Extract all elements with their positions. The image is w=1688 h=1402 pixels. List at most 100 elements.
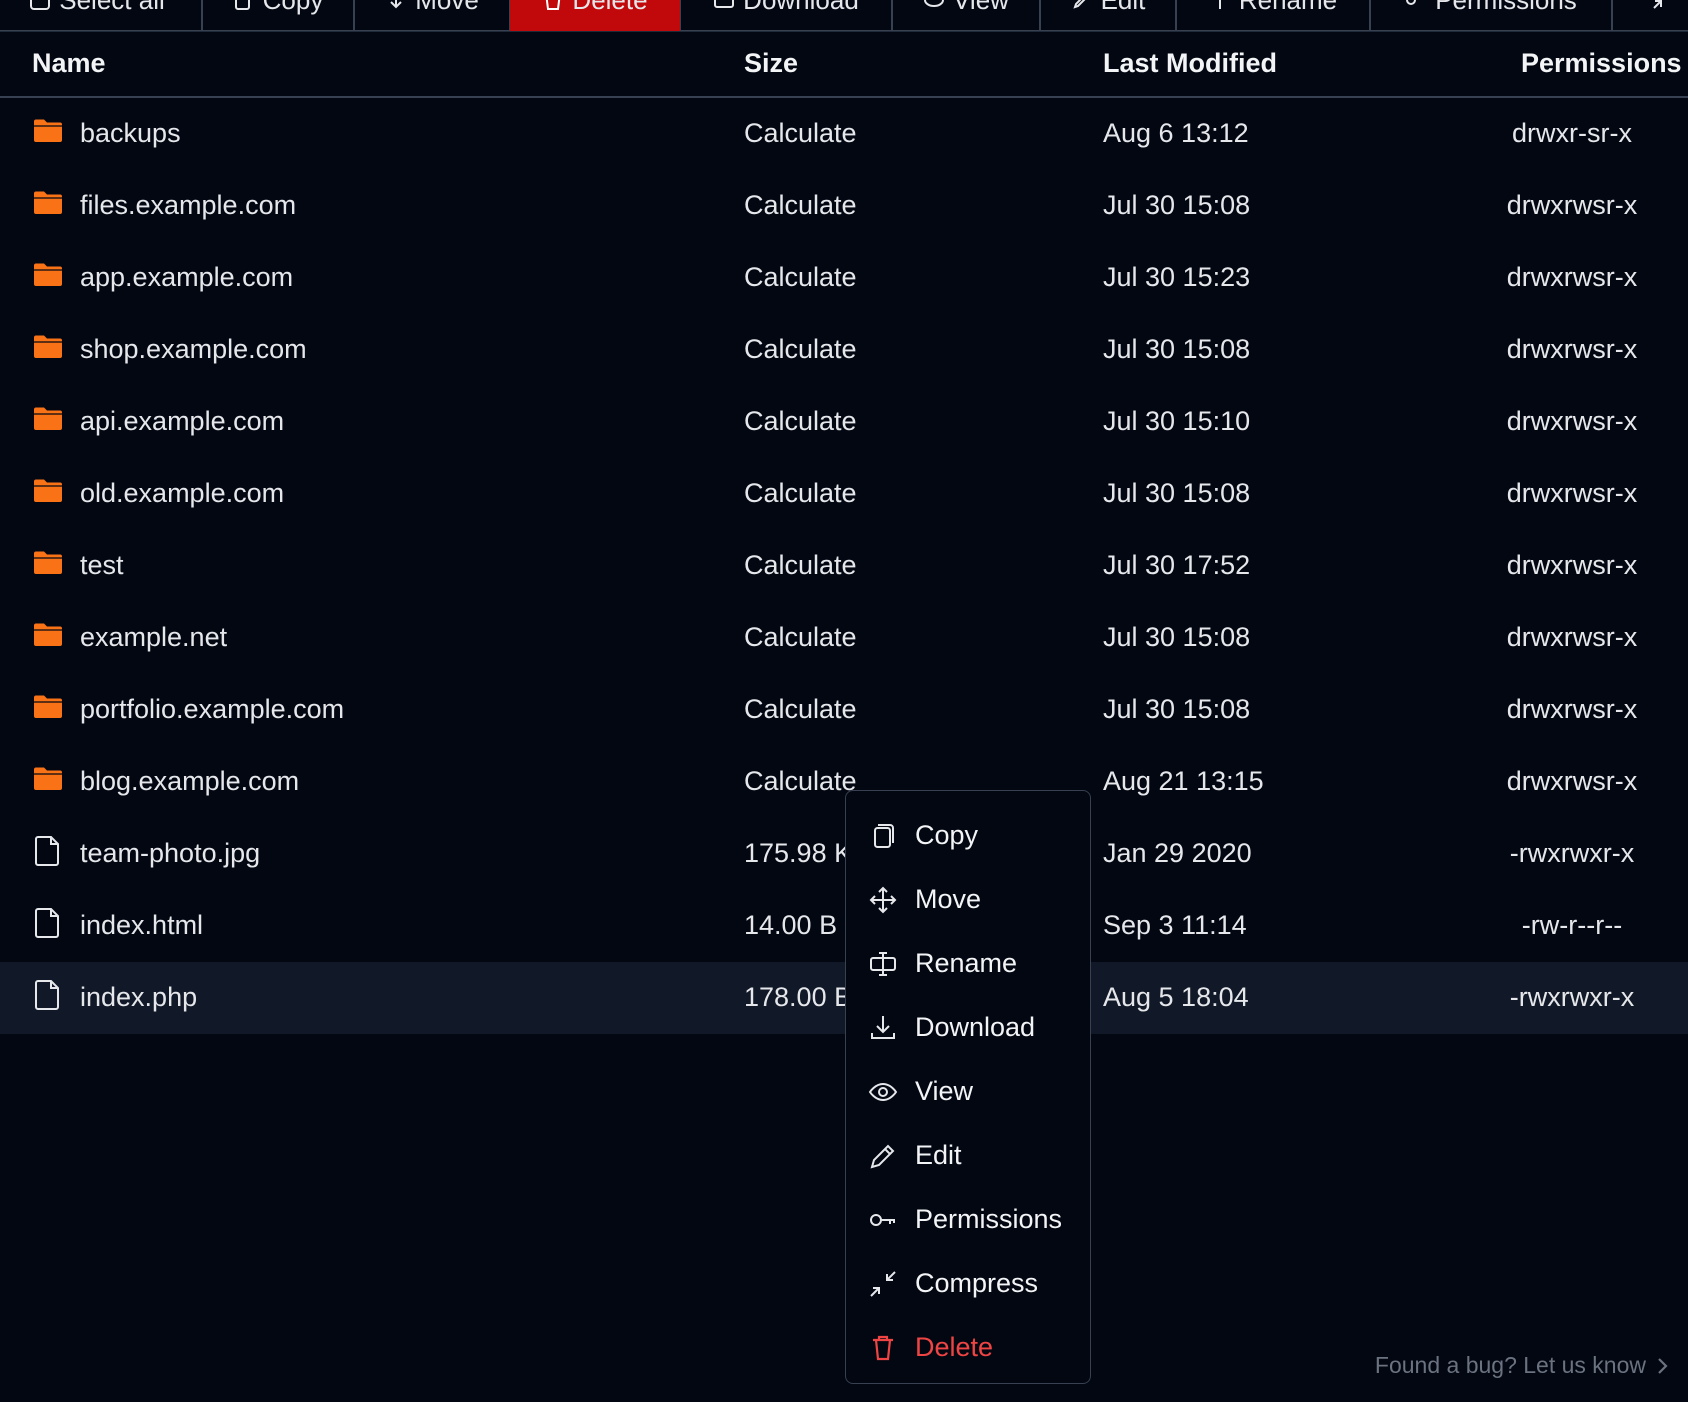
download-icon — [868, 1013, 898, 1043]
context-menu-label: Compress — [915, 1268, 1039, 1298]
eye-icon — [868, 1077, 898, 1107]
file-name[interactable]: index.php — [80, 982, 197, 1013]
toolbar-label: Download — [743, 0, 859, 15]
file-name[interactable]: test — [80, 550, 124, 581]
file-permissions: drwxrwsr-x — [1506, 694, 1638, 724]
file-name[interactable]: example.net — [80, 622, 227, 653]
compress-button[interactable] — [1612, 0, 1688, 31]
table-row[interactable]: example.net Calculate Jul 30 15:08 drwxr… — [0, 602, 1688, 674]
file-size[interactable]: Calculate — [744, 190, 857, 221]
file-size[interactable]: Calculate — [744, 334, 857, 365]
folder-icon — [32, 691, 64, 723]
file-size[interactable]: Calculate — [744, 694, 857, 725]
file-modified: Jul 30 15:10 — [1103, 406, 1251, 436]
file-modified: Aug 6 13:12 — [1103, 118, 1249, 148]
file-permissions: -rwxrwxr-x — [1509, 838, 1635, 868]
table-row[interactable]: files.example.com Calculate Jul 30 15:08… — [0, 170, 1688, 242]
context-menu-item-rename[interactable]: Rename — [846, 931, 1090, 995]
toolbar-label: Rename — [1238, 0, 1338, 15]
context-menu-item-permissions[interactable]: Permissions — [846, 1187, 1090, 1251]
folder-icon — [32, 331, 64, 363]
file-list: backups Calculate Aug 6 13:12 drwxr-sr-x… — [0, 98, 1688, 1034]
table-row[interactable]: app.example.com Calculate Jul 30 15:23 d… — [0, 242, 1688, 314]
file-size[interactable]: Calculate — [744, 118, 857, 149]
file-permissions: drwxrwsr-x — [1506, 622, 1638, 652]
file-size[interactable]: Calculate — [744, 478, 857, 509]
folder-icon — [32, 259, 64, 291]
bug-report-link[interactable]: Found a bug? Let us know — [1375, 1352, 1670, 1379]
header-name[interactable]: Name — [32, 48, 106, 79]
file-permissions: drwxrwsr-x — [1506, 190, 1638, 220]
file-name[interactable]: portfolio.example.com — [80, 694, 344, 725]
table-row[interactable]: portfolio.example.com Calculate Jul 30 1… — [0, 674, 1688, 746]
file-size[interactable]: Calculate — [744, 406, 857, 437]
table-row[interactable]: shop.example.com Calculate Jul 30 15:08 … — [0, 314, 1688, 386]
file-size[interactable]: Calculate — [744, 622, 857, 653]
folder-icon — [32, 763, 64, 795]
rename-button[interactable]: Rename — [1176, 0, 1370, 31]
file-name[interactable]: team-photo.jpg — [80, 838, 260, 869]
context-menu-label: View — [915, 1076, 974, 1106]
file-modified: Jul 30 15:08 — [1103, 622, 1251, 652]
key-icon — [1405, 0, 1427, 11]
select-all-button[interactable]: Select all — [0, 0, 202, 31]
edit-button[interactable]: Edit — [1040, 0, 1176, 31]
table-row[interactable]: api.example.com Calculate Jul 30 15:10 d… — [0, 386, 1688, 458]
context-menu-label: Permissions — [915, 1204, 1063, 1234]
context-menu-item-view[interactable]: View — [846, 1059, 1090, 1123]
table-row[interactable]: index.html 14.00 B Sep 3 11:14 -rw-r--r-… — [0, 890, 1688, 962]
context-menu-item-move[interactable]: Move — [846, 867, 1090, 931]
pencil-icon — [868, 1141, 898, 1171]
table-row[interactable]: blog.example.com Calculate Aug 21 13:15 … — [0, 746, 1688, 818]
trash-icon — [542, 0, 564, 11]
file-size[interactable]: Calculate — [744, 550, 857, 581]
file-modified: Jul 30 17:52 — [1103, 550, 1251, 580]
context-menu-item-copy[interactable]: Copy — [846, 803, 1090, 867]
select-all-icon — [29, 0, 51, 11]
file-size[interactable]: Calculate — [744, 262, 857, 293]
file-modified: Aug 21 13:15 — [1103, 766, 1264, 796]
context-menu-item-compress[interactable]: Compress — [846, 1251, 1090, 1315]
file-name[interactable]: shop.example.com — [80, 334, 307, 365]
table-row[interactable]: old.example.com Calculate Jul 30 15:08 d… — [0, 458, 1688, 530]
table-row[interactable]: index.php 178.00 B Aug 5 18:04 -rwxrwxr-… — [0, 962, 1688, 1034]
file-modified: Aug 5 18:04 — [1103, 982, 1249, 1012]
context-menu-item-delete[interactable]: Delete — [846, 1315, 1090, 1379]
context-menu-item-download[interactable]: Download — [846, 995, 1090, 1059]
compress-icon — [1651, 0, 1673, 11]
file-permissions: drwxrwsr-x — [1506, 766, 1638, 796]
toolbar-label: Permissions — [1435, 0, 1577, 15]
toolbar-label: Copy — [262, 0, 324, 15]
move-button[interactable]: Move — [354, 0, 510, 31]
file-modified: Sep 3 11:14 — [1103, 910, 1247, 940]
header-permissions[interactable]: Permissions — [1521, 48, 1682, 79]
file-name[interactable]: api.example.com — [80, 406, 284, 437]
file-permissions: drwxrwsr-x — [1506, 262, 1638, 292]
table-row[interactable]: backups Calculate Aug 6 13:12 drwxr-sr-x — [0, 98, 1688, 170]
permissions-button[interactable]: Permissions — [1370, 0, 1612, 31]
toolbar-label: Move — [415, 0, 479, 15]
file-name[interactable]: backups — [80, 118, 181, 149]
file-name[interactable]: old.example.com — [80, 478, 284, 509]
folder-icon — [32, 475, 64, 507]
folder-icon — [32, 547, 64, 579]
context-menu-item-edit[interactable]: Edit — [846, 1123, 1090, 1187]
context-menu-label: Delete — [915, 1332, 994, 1362]
copy-button[interactable]: Copy — [202, 0, 354, 31]
table-row[interactable]: team-photo.jpg 175.98 KB Jan 29 2020 -rw… — [0, 818, 1688, 890]
table-row[interactable]: test Calculate Jul 30 17:52 drwxrwsr-x — [0, 530, 1688, 602]
delete-button[interactable]: Delete — [510, 0, 680, 31]
header-last-modified[interactable]: Last Modified — [1103, 48, 1277, 79]
file-name[interactable]: index.html — [80, 910, 203, 941]
toolbar: Select all Copy Move Delete Download Vie… — [0, 0, 1688, 32]
download-button[interactable]: Download — [680, 0, 892, 31]
file-name[interactable]: app.example.com — [80, 262, 293, 293]
file-size[interactable]: Calculate — [744, 766, 857, 797]
file-name[interactable]: files.example.com — [80, 190, 296, 221]
move-icon — [868, 885, 898, 915]
header-size[interactable]: Size — [744, 48, 798, 79]
toolbar-label: Select all — [59, 0, 165, 15]
eye-icon — [923, 0, 945, 11]
file-name[interactable]: blog.example.com — [80, 766, 299, 797]
view-button[interactable]: View — [892, 0, 1040, 31]
